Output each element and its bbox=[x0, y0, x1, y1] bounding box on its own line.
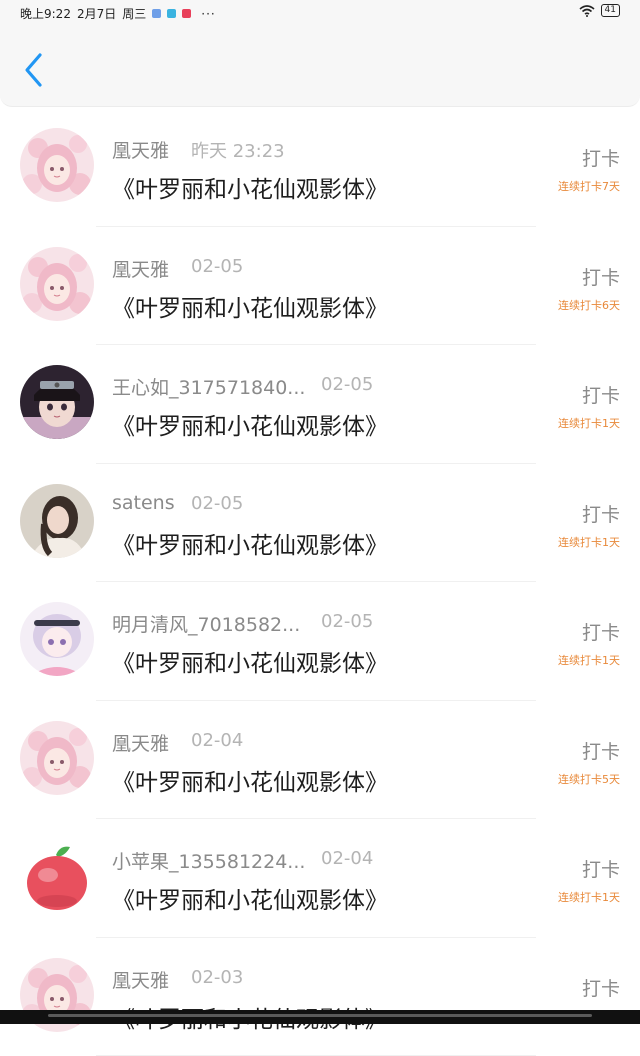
post-date: 02-05 bbox=[191, 493, 243, 514]
streak-label: 连续打卡6天 bbox=[558, 297, 620, 313]
list-item[interactable]: 凰天雅 02-04 《叶罗丽和小花仙观影体》 打卡连续打卡5天 bbox=[0, 701, 640, 820]
avatar[interactable] bbox=[20, 484, 94, 558]
post-date: 02-05 bbox=[321, 374, 373, 395]
post-date: 02-05 bbox=[321, 611, 373, 632]
book-title[interactable]: 《叶罗丽和小花仙观影体》 bbox=[112, 407, 388, 441]
list-item[interactable]: 王心如_317571840... 02-05 《叶罗丽和小花仙观影体》 打卡连续打卡1… bbox=[0, 345, 640, 464]
book-title[interactable]: 《叶罗丽和小花仙观影体》 bbox=[112, 644, 388, 678]
more-notifications-icon: ··· bbox=[201, 7, 215, 21]
status-bar: 晚上9:22 2月7日 周三 ··· 41 bbox=[0, 0, 640, 26]
streak-label: 连续打卡7天 bbox=[558, 178, 620, 194]
status-time: 晚上9:22 bbox=[20, 5, 71, 22]
book-title[interactable]: 《叶罗丽和小花仙观影体》 bbox=[112, 881, 388, 915]
avatar[interactable] bbox=[20, 365, 94, 439]
checkin-label: 打卡 bbox=[582, 263, 620, 290]
notification-icon bbox=[182, 9, 191, 18]
status-right: 41 bbox=[579, 4, 620, 17]
post-date: 02-05 bbox=[191, 256, 243, 277]
list-item[interactable]: 凰天雅 02-05 《叶罗丽和小花仙观影体》 打卡连续打卡6天 bbox=[0, 227, 640, 346]
status-date: 2月7日 bbox=[77, 5, 116, 22]
checkin-label: 打卡 bbox=[582, 855, 620, 882]
user-name[interactable]: 凰天雅 bbox=[112, 729, 169, 756]
list-item[interactable]: satens 02-05 《叶罗丽和小花仙观影体》 打卡连续打卡1天 bbox=[0, 464, 640, 583]
checkin-label: 打卡 bbox=[582, 618, 620, 645]
checkin-label: 打卡 bbox=[582, 381, 620, 408]
notification-icon bbox=[152, 9, 161, 18]
checkin-list: 凰天雅昨天 23:23《叶罗丽和小花仙观影体》打卡连续打卡7天凰天雅02-05《… bbox=[0, 108, 640, 1056]
list-item[interactable]: 凰天雅昨天 23:23 《叶罗丽和小花仙观影体》 打卡连续打卡7天 bbox=[0, 108, 640, 227]
book-title[interactable]: 《叶罗丽和小花仙观影体》 bbox=[112, 289, 388, 323]
header bbox=[0, 26, 640, 107]
status-left: 晚上9:22 2月7日 周三 ··· bbox=[20, 5, 216, 22]
notification-icon bbox=[167, 9, 176, 18]
wifi-icon bbox=[579, 5, 595, 17]
streak-label: 连续打卡1天 bbox=[558, 415, 620, 431]
post-date: 02-04 bbox=[321, 848, 373, 869]
battery-icon: 41 bbox=[601, 4, 620, 17]
post-date: 02-04 bbox=[191, 730, 243, 751]
book-title[interactable]: 《叶罗丽和小花仙观影体》 bbox=[112, 170, 388, 204]
list-item[interactable]: 凰天雅02-03《叶罗丽和小花仙观影体》打卡 bbox=[0, 938, 640, 1056]
user-name[interactable]: 王心如_317571840... bbox=[112, 373, 305, 400]
avatar[interactable] bbox=[20, 602, 94, 676]
user-name[interactable]: satens bbox=[112, 492, 175, 514]
avatar[interactable] bbox=[20, 128, 94, 202]
streak-label: 连续打卡1天 bbox=[558, 534, 620, 550]
checkin-label: 打卡 bbox=[582, 500, 620, 527]
checkin-label: 打卡 bbox=[582, 737, 620, 764]
user-name[interactable]: 凰天雅 bbox=[112, 966, 169, 993]
post-date: 昨天 23:23 bbox=[191, 137, 285, 163]
user-name[interactable]: 凰天雅 bbox=[112, 136, 169, 163]
back-button[interactable] bbox=[18, 50, 52, 90]
chevron-left-icon bbox=[18, 50, 52, 90]
user-name[interactable]: 明月清风_7018582... bbox=[112, 610, 300, 637]
user-name[interactable]: 小苹果_135581224... bbox=[112, 847, 305, 874]
streak-label: 连续打卡5天 bbox=[558, 771, 620, 787]
navigation-bar bbox=[0, 1010, 640, 1024]
user-name[interactable]: 凰天雅 bbox=[112, 255, 169, 282]
streak-label: 连续打卡1天 bbox=[558, 889, 620, 905]
checkin-label: 打卡 bbox=[582, 144, 620, 171]
checkin-label: 打卡 bbox=[582, 974, 620, 1001]
avatar[interactable] bbox=[20, 721, 94, 795]
post-date: 02-03 bbox=[191, 967, 243, 988]
avatar[interactable] bbox=[20, 839, 94, 913]
avatar[interactable] bbox=[20, 247, 94, 321]
streak-label: 连续打卡1天 bbox=[558, 652, 620, 668]
home-indicator[interactable] bbox=[48, 1014, 592, 1017]
status-weekday: 周三 bbox=[122, 5, 146, 22]
book-title[interactable]: 《叶罗丽和小花仙观影体》 bbox=[112, 526, 388, 560]
book-title[interactable]: 《叶罗丽和小花仙观影体》 bbox=[112, 763, 388, 797]
list-item[interactable]: 小苹果_135581224... 02-04 《叶罗丽和小花仙观影体》 打卡连续打卡1… bbox=[0, 819, 640, 938]
list-item[interactable]: 明月清风_7018582... 02-05 《叶罗丽和小花仙观影体》 打卡连续打卡1天 bbox=[0, 582, 640, 701]
